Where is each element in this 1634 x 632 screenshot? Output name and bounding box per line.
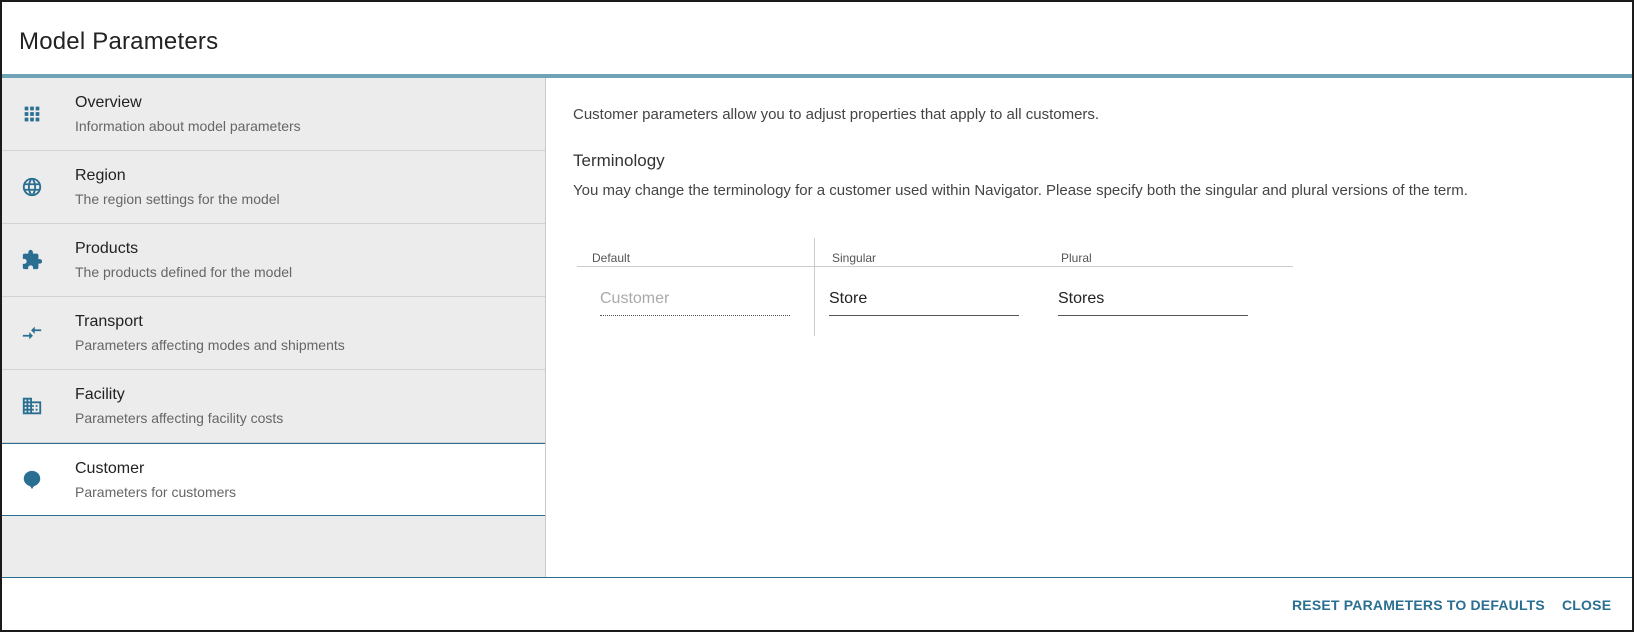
sidebar-item-label: Products (75, 240, 139, 257)
terminology-table: Default Singular Plural Customer Store S… (577, 238, 1293, 414)
sidebar-item-label: Customer (75, 460, 145, 477)
sidebar-item-label: Overview (75, 94, 142, 111)
reset-parameters-button[interactable]: RESET PARAMETERS TO DEFAULTS (1292, 597, 1545, 613)
sidebar-item-region[interactable]: Region The region settings for the model (2, 151, 545, 224)
panel-intro-text: Customer parameters allow you to adjust … (573, 106, 1100, 123)
sidebar-item-description: The region settings for the model (75, 191, 280, 207)
terminology-description: You may change the terminology for a cus… (573, 182, 1468, 199)
puzzle-icon (20, 248, 44, 272)
sidebar-item-products[interactable]: Products The products defined for the mo… (2, 224, 545, 297)
sidebar-item-facility[interactable]: Facility Parameters affecting facility c… (2, 370, 545, 443)
sidebar-item-overview[interactable]: Overview Information about model paramet… (2, 78, 545, 151)
sidebar-item-description: Parameters affecting modes and shipments (75, 337, 345, 353)
sidebar-item-description: Information about model parameters (75, 118, 301, 134)
sidebar: Overview Information about model paramet… (2, 78, 546, 577)
compare-arrows-icon (20, 321, 44, 345)
sidebar-item-label: Facility (75, 386, 125, 403)
column-header-plural: Plural (1061, 251, 1092, 265)
sidebar-item-description: Parameters affecting facility costs (75, 410, 284, 426)
singular-term-input[interactable]: Store (829, 286, 1019, 316)
globe-icon (20, 175, 44, 199)
close-button[interactable]: CLOSE (1562, 597, 1611, 613)
dialog-footer: RESET PARAMETERS TO DEFAULTS CLOSE (2, 577, 1632, 630)
column-header-default: Default (592, 251, 631, 265)
sidebar-item-customer[interactable]: Customer Parameters for customers (2, 443, 545, 516)
plural-term-input[interactable]: Stores (1058, 286, 1248, 316)
default-term-field: Customer (600, 286, 790, 316)
dialog-title: Model Parameters (19, 28, 219, 55)
header-divider (577, 266, 1293, 267)
terminology-heading: Terminology (573, 151, 665, 170)
building-icon (20, 394, 44, 418)
model-parameters-dialog: Model Parameters Overview Information ab… (0, 0, 1634, 632)
location-pin-icon (20, 468, 44, 492)
column-header-singular: Singular (832, 251, 877, 265)
dialog-header: Model Parameters (2, 2, 1632, 78)
customer-parameters-panel: Customer parameters allow you to adjust … (547, 78, 1632, 577)
apps-grid-icon (20, 102, 44, 126)
sidebar-item-transport[interactable]: Transport Parameters affecting modes and… (2, 297, 545, 370)
sidebar-item-description: Parameters for customers (75, 484, 237, 500)
sidebar-item-label: Transport (75, 313, 143, 330)
sidebar-item-description: The products defined for the model (75, 264, 293, 280)
column-divider (814, 238, 815, 336)
sidebar-item-label: Region (75, 167, 126, 184)
